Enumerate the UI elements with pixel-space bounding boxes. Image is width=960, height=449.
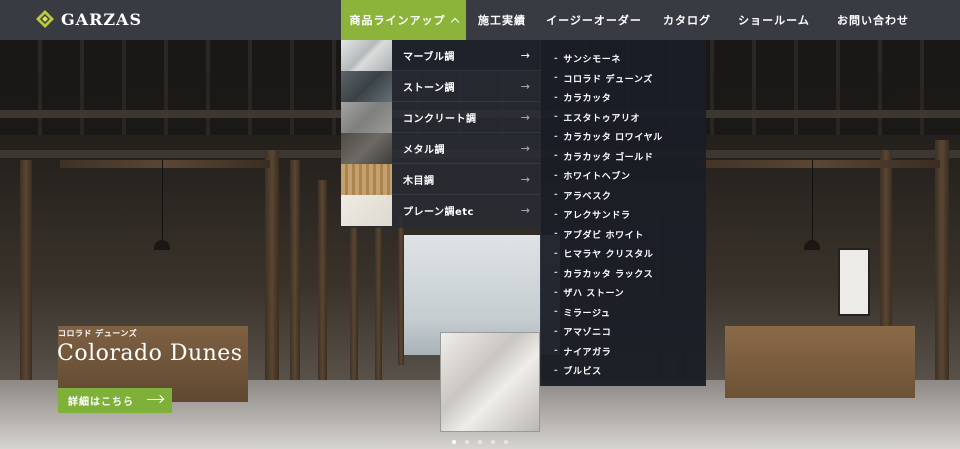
site-header: GARZAS 商品ラインアップ 施工実績 イージーオーダー カタログ ショールー… [0,0,960,40]
concrete-swatch [341,101,392,133]
submenu-item[interactable]: - ナイアガラ [554,342,611,361]
slider-dot[interactable] [452,440,456,444]
submenu-item[interactable]: - アマゾニコ [554,322,611,341]
plain-swatch [341,195,392,226]
submenu-item[interactable]: - ミラージュ [554,303,611,322]
garzas-diamond-logo-icon [36,10,54,28]
submenu-item[interactable]: - カラカッタ [554,88,611,107]
marble-product-submenu: - サンシモーネ - コロラド デューンズ - カラカッタ - エスタトゥアリオ - カラ… [540,40,706,386]
nav-showroom[interactable]: ショールーム [724,0,824,40]
hero-kana-title: コロラド デューンズ [58,329,138,338]
hero-title: Colorado Dunes [57,341,243,366]
site-logo[interactable]: GARZAS [35,9,142,29]
submenu-item[interactable]: - カラカッタ ゴールド [554,147,653,166]
category-concrete[interactable]: コンクリート調 → [341,101,540,133]
nav-works[interactable]: 施工実績 [466,0,538,40]
nav-easy-order[interactable]: イージーオーダー [538,0,650,40]
slider-dot[interactable] [478,440,482,444]
long-arrow-right-icon [147,399,163,400]
nav-contact[interactable]: お問い合わせ [824,0,922,40]
arrow-right-icon: → [520,110,530,124]
arrow-right-icon: → [520,204,530,217]
stone-swatch [341,70,392,102]
nav-product-lineup[interactable]: 商品ラインアップ [341,0,466,40]
submenu-item[interactable]: - カラカッタ ロワイヤル [554,127,663,146]
wall-art [838,248,870,316]
submenu-item[interactable]: - アレクサンドラ [554,205,631,224]
brand-name: GARZAS [61,9,143,29]
arrow-right-icon: → [520,141,530,155]
chevron-up-icon [450,17,459,27]
slider-pagination [452,440,508,444]
submenu-item[interactable]: - ヒマラヤ クリスタル [554,244,653,263]
arrow-right-icon: → [520,48,530,62]
marble-counter [440,332,540,432]
arrow-right-icon: → [520,172,530,186]
nav-catalog[interactable]: カタログ [650,0,724,40]
category-plain[interactable]: プレーン調etc → [341,195,540,226]
marble-swatch [341,39,392,71]
submenu-item[interactable]: - エスタトゥアリオ [554,108,640,127]
submenu-item[interactable]: - アラベスク [554,186,612,205]
wood-table-right [725,326,915,398]
category-stone[interactable]: ストーン調 → [341,70,540,102]
product-category-menu: マーブル調 → ストーン調 → コンクリート調 → メタル調 → 木目調 → プ… [341,39,540,228]
category-wood[interactable]: 木目調 → [341,163,540,195]
main-nav: 商品ラインアップ 施工実績 イージーオーダー カタログ ショールーム お問い合わ… [341,0,922,40]
details-button[interactable]: 詳細はこちら [58,388,172,413]
metal-swatch [341,132,392,164]
pendant-lamp [154,240,170,250]
submenu-item[interactable]: - ブルビス [554,361,602,380]
submenu-item[interactable]: - サンシモーネ [554,49,621,68]
submenu-item[interactable]: - コロラド デューンズ [554,69,653,88]
wood-swatch [341,163,392,195]
slider-dot[interactable] [465,440,469,444]
submenu-item[interactable]: - カラカッタ ラックス [554,264,653,283]
category-marble[interactable]: マーブル調 → [341,39,540,71]
slider-dot[interactable] [504,440,508,444]
submenu-item[interactable]: - アブダビ ホワイト [554,225,644,244]
submenu-item[interactable]: - ザハ ストーン [554,283,624,302]
arrow-right-icon: → [520,79,530,93]
slider-dot[interactable] [491,440,495,444]
submenu-item[interactable]: - ホワイトヘブン [554,166,631,185]
pendant-lamp [804,240,820,250]
category-metal[interactable]: メタル調 → [341,132,540,164]
